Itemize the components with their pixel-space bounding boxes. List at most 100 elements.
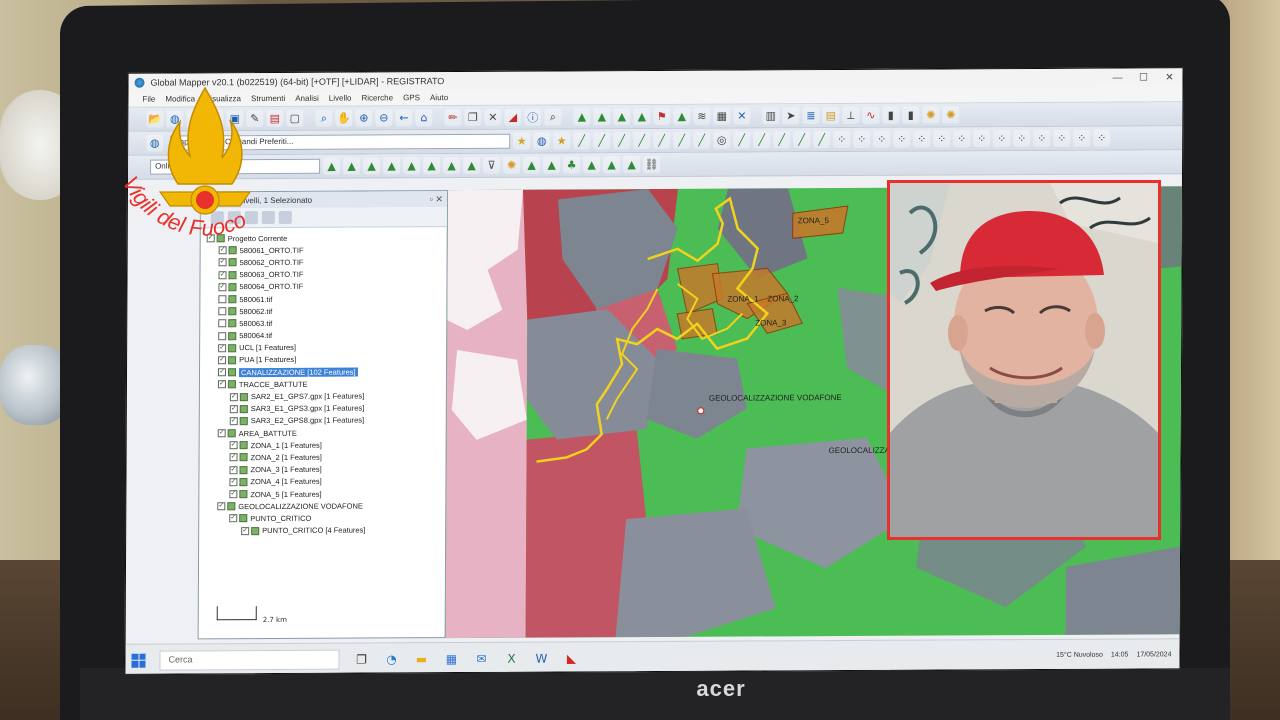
terrain-icon[interactable]: ▲ — [583, 156, 601, 174]
link-icon[interactable]: ⛓ — [643, 155, 661, 174]
terrain-icon[interactable]: ▲ — [423, 157, 441, 175]
vertex-icon[interactable]: ⁘ — [893, 130, 911, 148]
maximize-button[interactable]: ☐ — [1130, 72, 1156, 83]
terrain-icon[interactable]: ▲ — [543, 156, 561, 174]
lidar-icon[interactable]: ✺ — [942, 106, 960, 124]
draw-line-icon[interactable]: ╱ — [753, 131, 771, 149]
draw-line-icon[interactable]: ╱ — [813, 131, 831, 149]
critical-point-marker[interactable] — [697, 407, 705, 415]
layer-visibility-checkbox[interactable]: ✓ — [229, 404, 238, 413]
flag-icon[interactable]: ⚑ — [653, 107, 671, 126]
terrain-icon[interactable]: ▲ — [323, 157, 341, 175]
terrain-icon[interactable]: ▲ — [633, 108, 651, 126]
back-arrow-icon[interactable]: ← — [395, 109, 413, 127]
menu-livello[interactable]: Livello — [329, 94, 352, 103]
chart-icon[interactable]: ▮ — [902, 106, 920, 124]
draw-line-icon[interactable]: ╱ — [593, 132, 611, 150]
vertex-icon[interactable]: ⁘ — [1053, 129, 1071, 147]
layer-visibility-checkbox[interactable]: ✓ — [217, 502, 226, 511]
find-icon[interactable]: ⌕ — [544, 108, 562, 126]
layer-visibility-checkbox[interactable] — [218, 307, 227, 316]
vertex-icon[interactable]: ⁘ — [953, 130, 971, 148]
layer-visibility-checkbox[interactable]: ✓ — [229, 441, 238, 450]
measure-icon[interactable]: ⟂ — [842, 106, 860, 125]
layer-tree-item[interactable]: ✓ PUNTO_CRITICO [4 Features] — [199, 524, 445, 537]
star-icon[interactable]: ★ — [513, 132, 531, 150]
pencil-icon[interactable]: ✏ — [444, 109, 462, 127]
terrain-icon[interactable]: ▲ — [383, 157, 401, 175]
layers-icon[interactable]: ≣ — [802, 107, 820, 125]
layer-visibility-checkbox[interactable]: ✓ — [218, 344, 227, 353]
layer-visibility-checkbox[interactable]: ✓ — [218, 356, 227, 365]
home-icon[interactable]: ⌂ — [415, 109, 433, 127]
layer-visibility-checkbox[interactable]: ✓ — [229, 392, 238, 401]
minimize-button[interactable]: — — [1104, 72, 1130, 83]
terrain-icon[interactable]: ▲ — [593, 108, 611, 126]
draw-line-icon[interactable]: ╱ — [733, 131, 751, 149]
layer-visibility-checkbox[interactable]: ✓ — [241, 526, 250, 535]
copy-icon[interactable]: ❐ — [464, 108, 482, 126]
layer-visibility-checkbox[interactable]: ✓ — [229, 514, 238, 523]
panel-pin-close-icon[interactable]: ▫ ✕ — [430, 194, 443, 205]
zoom-in-icon[interactable]: ⊕ — [355, 109, 373, 127]
taskbar-search-input[interactable]: Cerca — [159, 649, 340, 671]
pdf-icon[interactable]: ◣ — [563, 650, 579, 666]
zoom-tool-icon[interactable]: ⌕ — [315, 109, 333, 127]
vertex-icon[interactable]: ⁘ — [933, 130, 951, 148]
star-icon[interactable]: ★ — [553, 132, 571, 150]
folder-icon[interactable]: ▬ — [413, 651, 429, 667]
layer-visibility-checkbox[interactable]: ✓ — [217, 429, 226, 438]
terrain-icon[interactable]: ▲ — [573, 108, 591, 126]
draw-line-icon[interactable]: ╱ — [573, 132, 591, 150]
vertex-icon[interactable]: ⁘ — [1073, 129, 1091, 147]
terrain-icon[interactable]: ▲ — [463, 156, 481, 174]
menu-aiuto[interactable]: Aiuto — [430, 93, 448, 102]
draw-line-icon[interactable]: ╱ — [633, 132, 651, 150]
stack-icon[interactable]: ▤ — [822, 107, 840, 125]
windows-start-icon[interactable] — [131, 653, 146, 668]
terrain-icon[interactable]: ▲ — [403, 157, 421, 175]
task-view-icon[interactable]: ❐ — [353, 651, 369, 667]
layer-visibility-checkbox[interactable]: ✓ — [229, 490, 238, 499]
close-button[interactable]: ✕ — [1156, 72, 1182, 83]
profile-icon[interactable]: ∿ — [862, 106, 880, 124]
terrain-icon[interactable]: ▲ — [343, 157, 361, 175]
layer-visibility-checkbox[interactable]: ✓ — [229, 417, 238, 426]
vertex-icon[interactable]: ⁘ — [913, 130, 931, 148]
vertex-icon[interactable]: ⁘ — [853, 130, 871, 148]
draw-line-icon[interactable]: ╱ — [673, 131, 691, 149]
excel-icon[interactable]: X — [503, 650, 519, 666]
terrain-icon[interactable]: ▲ — [523, 156, 541, 174]
tree-icon[interactable]: ♣ — [563, 156, 581, 174]
edge-icon[interactable]: ◔ — [383, 651, 399, 667]
layer-visibility-checkbox[interactable]: ✓ — [217, 380, 226, 389]
menu-gps[interactable]: GPS — [403, 93, 420, 102]
terrain-icon[interactable]: ▲ — [363, 157, 381, 175]
vertex-icon[interactable]: ⁘ — [1033, 129, 1051, 148]
layer-visibility-checkbox[interactable] — [218, 295, 227, 304]
vertex-icon[interactable]: ⁘ — [973, 130, 991, 148]
mail-icon[interactable]: ✉ — [473, 650, 489, 666]
lidar-icon[interactable]: ✺ — [922, 106, 940, 124]
layer-visibility-checkbox[interactable]: ✓ — [229, 453, 238, 462]
cursor-icon[interactable]: ➤ — [782, 107, 800, 125]
vertex-icon[interactable]: ⁘ — [993, 130, 1011, 148]
vertex-icon[interactable]: ⁘ — [1013, 130, 1031, 148]
layer-visibility-checkbox[interactable]: ✓ — [229, 478, 238, 487]
draw-line-icon[interactable]: ╱ — [793, 131, 811, 149]
layer-visibility-checkbox[interactable]: ✓ — [218, 283, 227, 292]
eraser-icon[interactable]: ◢ — [504, 108, 522, 126]
pan-tool-icon[interactable]: ✋ — [335, 109, 353, 127]
chart-icon[interactable]: ▮ — [882, 106, 900, 124]
terrain-icon[interactable]: ▲ — [673, 107, 691, 125]
layout-icon[interactable]: ▥ — [762, 107, 780, 125]
menu-ricerche[interactable]: Ricerche — [361, 93, 393, 102]
terrain-icon[interactable]: ▲ — [623, 156, 641, 174]
draw-line-icon[interactable]: ╱ — [653, 131, 671, 150]
layer-visibility-checkbox[interactable] — [218, 319, 227, 328]
word-icon[interactable]: W — [533, 650, 549, 666]
close-icon[interactable]: ✕ — [733, 107, 751, 125]
grid-icon[interactable]: ▦ — [713, 107, 731, 125]
lidar-icon[interactable]: ✺ — [503, 156, 521, 174]
globe-icon[interactable]: ◍ — [533, 132, 551, 150]
